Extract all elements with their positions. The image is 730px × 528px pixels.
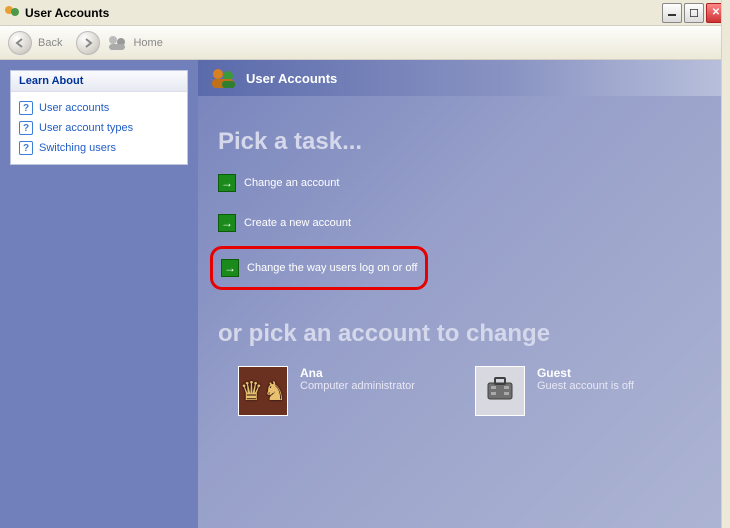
back-label: Back xyxy=(38,37,62,49)
learn-link-user-accounts[interactable]: ? User accounts xyxy=(19,98,179,118)
titlebar: User Accounts ✕ xyxy=(0,0,730,26)
help-icon: ? xyxy=(19,141,33,155)
help-icon: ? xyxy=(19,101,33,115)
account-role: Guest account is off xyxy=(537,380,634,392)
help-icon: ? xyxy=(19,121,33,135)
arrow-right-icon xyxy=(82,37,94,49)
minimize-button[interactable] xyxy=(662,3,682,23)
app-icon xyxy=(4,5,20,21)
banner: User Accounts xyxy=(198,60,722,96)
window-title: User Accounts xyxy=(25,6,662,20)
learn-about-header: Learn About xyxy=(11,71,187,92)
back-button[interactable] xyxy=(8,31,32,55)
avatar: ♛♞ xyxy=(238,366,288,416)
learn-link-label: User accounts xyxy=(39,102,109,114)
pick-task-heading: Pick a task... xyxy=(218,128,702,156)
account-name: Guest xyxy=(537,366,634,380)
toolbar: Back Home xyxy=(0,26,730,60)
arrow-right-icon: → xyxy=(218,214,236,232)
account-name: Ana xyxy=(300,366,415,380)
task-label: Create a new account xyxy=(244,217,351,229)
learn-link-label: User account types xyxy=(39,122,133,134)
pick-account-heading: or pick an account to change xyxy=(218,320,702,348)
sidebar: Learn About ? User accounts ? User accou… xyxy=(0,60,198,528)
account-guest[interactable]: Guest Guest account is off xyxy=(475,366,634,416)
chess-icon: ♛♞ xyxy=(240,376,287,407)
task-change-logon[interactable]: → Change the way users log on or off xyxy=(221,259,417,277)
avatar xyxy=(475,366,525,416)
account-role: Computer administrator xyxy=(300,380,415,392)
learn-link-label: Switching users xyxy=(39,142,116,154)
close-button[interactable]: ✕ xyxy=(706,3,726,23)
window-controls: ✕ xyxy=(662,3,726,23)
arrow-right-icon: → xyxy=(218,174,236,192)
learn-about-panel: Learn About ? User accounts ? User accou… xyxy=(10,70,188,165)
forward-button[interactable] xyxy=(76,31,100,55)
banner-title: User Accounts xyxy=(246,71,337,86)
task-label: Change the way users log on or off xyxy=(247,262,417,274)
main-panel: User Accounts Pick a task... → Change an… xyxy=(198,60,722,528)
task-create-account[interactable]: → Create a new account xyxy=(218,214,702,232)
home-icon xyxy=(106,34,128,52)
learn-link-account-types[interactable]: ? User account types xyxy=(19,118,179,138)
learn-link-switching-users[interactable]: ? Switching users xyxy=(19,138,179,158)
content-area: Learn About ? User accounts ? User accou… xyxy=(0,60,722,528)
briefcase-icon xyxy=(482,373,518,410)
highlight-annotation: → Change the way users log on or off xyxy=(210,246,428,290)
task-change-account[interactable]: → Change an account xyxy=(218,174,702,192)
account-ana[interactable]: ♛♞ Ana Computer administrator xyxy=(238,366,415,416)
home-label[interactable]: Home xyxy=(133,37,162,49)
arrow-right-icon: → xyxy=(221,259,239,277)
maximize-button[interactable] xyxy=(684,3,704,23)
arrow-left-icon xyxy=(14,37,26,49)
task-label: Change an account xyxy=(244,177,339,189)
users-icon xyxy=(210,67,236,89)
